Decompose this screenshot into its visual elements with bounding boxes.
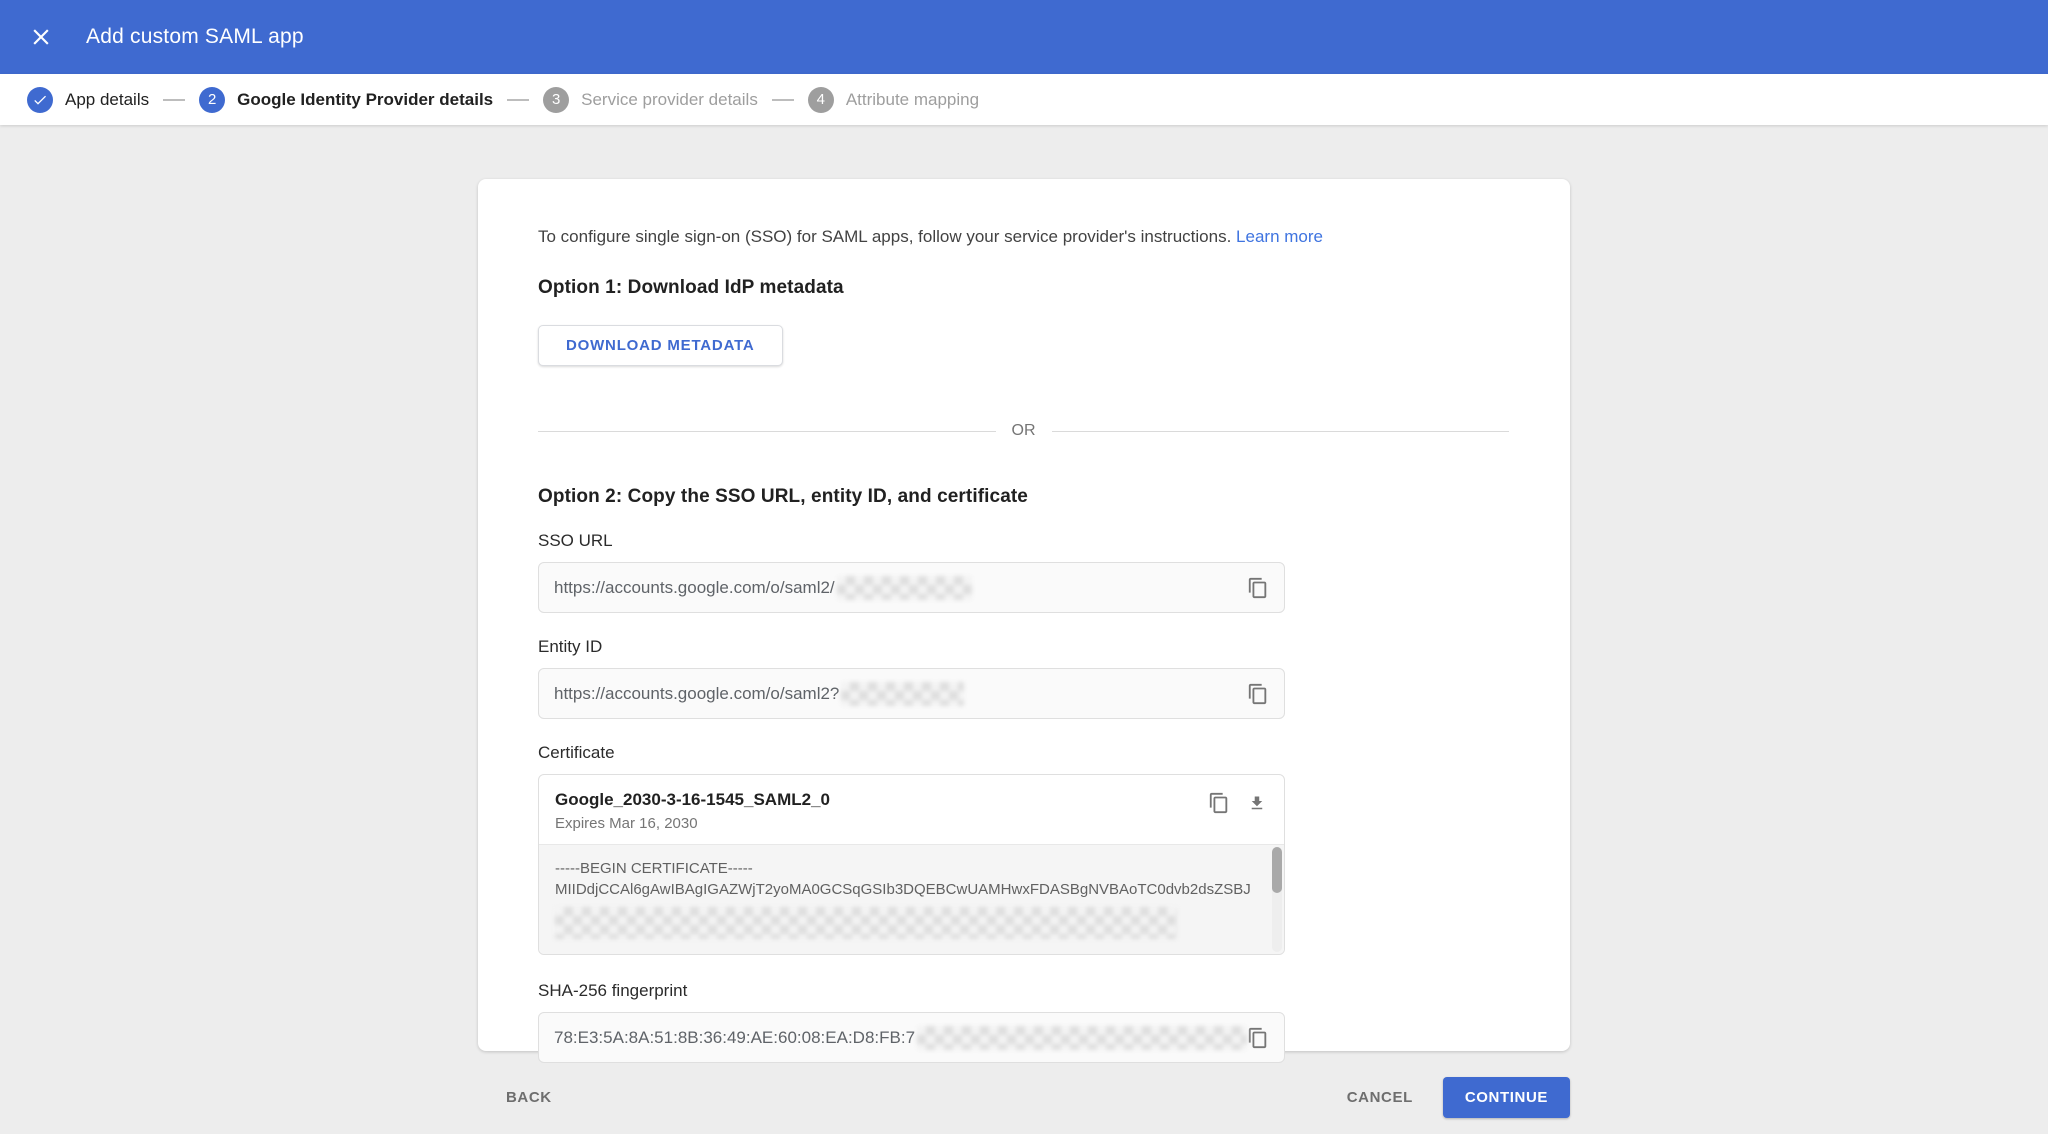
certificate-header: Google_2030-3-16-1545_SAML2_0 Expires Ma… — [539, 775, 1284, 844]
certificate-body[interactable]: -----BEGIN CERTIFICATE----- MIIDdjCCAl6g… — [539, 844, 1284, 954]
certificate-card: Google_2030-3-16-1545_SAML2_0 Expires Ma… — [538, 774, 1285, 955]
copy-icon[interactable] — [1247, 577, 1269, 599]
dialog-header: Add custom SAML app — [0, 0, 2048, 74]
or-label: OR — [996, 422, 1052, 440]
sha256-field[interactable]: 78:E3:5A:8A:51:8B:36:49:AE:60:08:EA:D8:F… — [538, 1012, 1285, 1063]
certificate-name: Google_2030-3-16-1545_SAML2_0 — [555, 790, 830, 810]
sso-url-group: SSO URL https://accounts.google.com/o/sa… — [538, 531, 1285, 613]
sso-url-value: https://accounts.google.com/o/saml2/ — [554, 578, 835, 598]
scrollbar-track[interactable] — [1272, 847, 1282, 952]
step-number: 4 — [808, 87, 834, 113]
intro-text: To configure single sign-on (SSO) for SA… — [538, 227, 1570, 247]
step-label: App details — [65, 90, 149, 110]
footer-actions: BACK CANCEL CONTINUE — [478, 1077, 1570, 1118]
redacted-text — [837, 576, 972, 600]
entity-id-label: Entity ID — [538, 637, 1285, 657]
scrollbar-thumb[interactable] — [1272, 847, 1282, 893]
step-number: 2 — [199, 87, 225, 113]
certificate-group: Certificate Google_2030-3-16-1545_SAML2_… — [538, 743, 1285, 955]
step-label: Attribute mapping — [846, 90, 979, 110]
copy-icon[interactable] — [1247, 1027, 1269, 1049]
step-connector — [163, 99, 185, 101]
step-app-details[interactable]: App details — [27, 87, 149, 113]
learn-more-link[interactable]: Learn more — [1236, 227, 1323, 246]
or-divider: OR — [538, 422, 1509, 440]
close-icon[interactable] — [26, 22, 56, 52]
download-icon[interactable] — [1246, 792, 1268, 814]
certificate-actions — [1208, 788, 1268, 814]
step-connector — [507, 99, 529, 101]
step-completed-check-icon — [27, 87, 53, 113]
certificate-label: Certificate — [538, 743, 1285, 763]
option2-heading: Option 2: Copy the SSO URL, entity ID, a… — [538, 486, 1570, 508]
certificate-line: MIIDdjCCAl6gAwIBAgIGAZWjT2yoMA0GCSqGSIb3… — [555, 879, 1256, 900]
copy-icon[interactable] — [1208, 792, 1230, 814]
divider-line — [1052, 431, 1510, 432]
intro-sentence: To configure single sign-on (SSO) for SA… — [538, 227, 1231, 246]
redacted-text — [555, 907, 1177, 939]
cancel-button[interactable]: CANCEL — [1347, 1089, 1413, 1106]
step-attribute-mapping[interactable]: 4 Attribute mapping — [808, 87, 979, 113]
stepper: App details 2 Google Identity Provider d… — [0, 74, 2048, 125]
step-label: Google Identity Provider details — [237, 90, 493, 110]
step-google-idp-details[interactable]: 2 Google Identity Provider details — [199, 87, 493, 113]
step-service-provider-details[interactable]: 3 Service provider details — [543, 87, 758, 113]
continue-button[interactable]: CONTINUE — [1443, 1077, 1570, 1118]
certificate-line: -----BEGIN CERTIFICATE----- — [555, 858, 1256, 879]
redacted-text — [917, 1026, 1247, 1050]
download-metadata-button[interactable]: DOWNLOAD METADATA — [538, 325, 783, 366]
copy-icon[interactable] — [1247, 683, 1269, 705]
option1-heading: Option 1: Download IdP metadata — [538, 277, 1570, 299]
certificate-expiry: Expires Mar 16, 2030 — [555, 815, 830, 832]
footer-right-actions: CANCEL CONTINUE — [1347, 1077, 1570, 1118]
divider-line — [538, 431, 996, 432]
step-label: Service provider details — [581, 90, 758, 110]
entity-id-field[interactable]: https://accounts.google.com/o/saml2? — [538, 668, 1285, 719]
entity-id-value: https://accounts.google.com/o/saml2? — [554, 684, 839, 704]
sha256-value: 78:E3:5A:8A:51:8B:36:49:AE:60:08:EA:D8:F… — [554, 1028, 915, 1048]
sso-url-label: SSO URL — [538, 531, 1285, 551]
redacted-text — [841, 682, 964, 706]
main-area: To configure single sign-on (SSO) for SA… — [0, 125, 2048, 1134]
sha256-group: SHA-256 fingerprint 78:E3:5A:8A:51:8B:36… — [538, 981, 1285, 1063]
sso-url-field[interactable]: https://accounts.google.com/o/saml2/ — [538, 562, 1285, 613]
back-button[interactable]: BACK — [506, 1089, 552, 1106]
entity-id-group: Entity ID https://accounts.google.com/o/… — [538, 637, 1285, 719]
dialog-title: Add custom SAML app — [86, 25, 304, 49]
sha256-label: SHA-256 fingerprint — [538, 981, 1285, 1001]
step-number: 3 — [543, 87, 569, 113]
certificate-info: Google_2030-3-16-1545_SAML2_0 Expires Ma… — [555, 788, 830, 832]
step-connector — [772, 99, 794, 101]
content-card: To configure single sign-on (SSO) for SA… — [478, 179, 1570, 1051]
